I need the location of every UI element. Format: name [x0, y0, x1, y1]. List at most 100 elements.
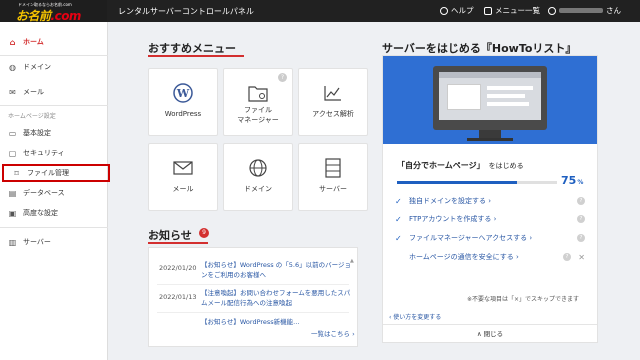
monitor-icon: ▭: [8, 128, 17, 138]
screen-box: [447, 84, 481, 110]
wordpress-icon: W: [149, 83, 217, 103]
sidebar-item-database[interactable]: ▤ データベース: [0, 184, 108, 202]
home-icon: ⌂: [9, 37, 16, 47]
sidebar-item-basic-settings[interactable]: ▭ 基本設定: [0, 124, 108, 142]
news-more-link[interactable]: 一覧はこちら ›: [311, 328, 355, 338]
sidebar-item-label: ドメイン: [23, 63, 51, 71]
tile-access-analysis[interactable]: アクセス解析: [298, 68, 368, 136]
howto-heading-sub: をはじめる: [488, 162, 524, 170]
news-list: 2022/01/20 【お知らせ】WordPress の「5.6」以前のバージョ…: [148, 247, 358, 347]
logo-name: お名前: [16, 9, 51, 23]
server-icon: [299, 158, 367, 178]
sidebar-section-label: ホームページ設定: [8, 113, 56, 120]
logo-tld: .com: [50, 9, 82, 23]
task-item[interactable]: ✓ ファイルマネージャーへアクセスする › ?: [395, 232, 585, 244]
folder-icon: ⌑: [14, 168, 19, 178]
help-icon[interactable]: ?: [278, 73, 287, 82]
sidebar-item-label: 基本設定: [23, 129, 51, 137]
progress-bar: [397, 181, 557, 184]
sidebar-item-advanced-settings[interactable]: ▣ 高度な設定: [0, 204, 108, 222]
progress-fill: [397, 181, 517, 184]
news-divider: [157, 312, 349, 313]
top-header: ドメイン取るならお名前.com お名前.com レンタルサーバーコントロールパネ…: [0, 0, 640, 23]
tile-label: ドメイン: [244, 185, 272, 193]
monitor-icon: [433, 66, 547, 130]
help-icon: [440, 6, 448, 15]
sidebar-item-domain[interactable]: ◍ ドメイン: [0, 58, 108, 76]
change-usage-link[interactable]: ‹ 使い方を変更する: [389, 312, 441, 321]
tile-label: ファイル マネージャー: [237, 106, 279, 124]
news-link[interactable]: 【お知らせ】WordPress の「5.6」以前のバージョンをご利用のお客様へ: [201, 260, 351, 280]
tile-server[interactable]: サーバー: [298, 143, 368, 211]
www-icon: [224, 158, 292, 178]
recommended-title-underline: [148, 55, 244, 57]
howto-title: サーバーをはじめる『HowToリスト』: [382, 42, 577, 55]
mail-icon: ✉: [9, 87, 16, 97]
recommended-title: おすすめメニュー: [148, 42, 236, 55]
tile-label: サーバー: [319, 185, 347, 193]
sidebar: ⌂ ホーム ◍ ドメイン ✉ メール ホームページ設定 ▭ 基本設定 ▢ セキュ…: [0, 22, 110, 360]
grid-icon: [484, 6, 492, 15]
task-label: ホームページの通信を安全にする ›: [409, 253, 519, 261]
news-link[interactable]: 【注意喚起】お問い合わせフォームを悪用したスパムメール配信行為への注意喚起: [201, 288, 351, 308]
sidebar-item-label: セキュリティ: [23, 149, 65, 157]
tile-label: メール: [172, 185, 194, 193]
svg-text:W: W: [176, 87, 190, 100]
sidebar-item-home[interactable]: ⌂ ホーム: [0, 33, 108, 51]
sidebar-item-file-management[interactable]: ⌑ ファイル管理: [2, 164, 110, 182]
news-link[interactable]: 【お知らせ】WordPress新機能...: [201, 317, 351, 325]
tile-mail[interactable]: メール: [148, 143, 218, 211]
progress-percent: 75%: [561, 174, 583, 187]
tile-label: アクセス解析: [312, 110, 354, 118]
news-date: 2022/01/20: [159, 264, 197, 272]
user-suffix: さん: [606, 6, 621, 15]
check-icon: ✓: [395, 233, 402, 243]
tile-label: WordPress: [164, 110, 202, 118]
monitor-base: [467, 138, 513, 141]
task-item[interactable]: ✓ 独自ドメインを設定する › ?: [395, 195, 585, 207]
help-icon[interactable]: ?: [577, 215, 585, 223]
task-label: 独自ドメインを設定する ›: [409, 197, 492, 205]
news-scroll-up-icon[interactable]: ▲: [350, 258, 354, 268]
onamae-logo[interactable]: ドメイン取るならお名前.com お名前.com: [0, 0, 107, 23]
sidebar-item-label: ホーム: [23, 38, 44, 46]
user-name-redacted: [559, 8, 603, 13]
sidebar-divider: [0, 105, 108, 106]
skip-note: ※不要な項目は「×」でスキップできます: [467, 296, 580, 303]
progress-value: 75: [561, 174, 577, 187]
help-icon[interactable]: ?: [577, 197, 585, 205]
menu-label: メニュー一覧: [495, 6, 540, 15]
sidebar-item-label: ファイル管理: [27, 169, 69, 177]
user-menu[interactable]: さん: [548, 5, 621, 16]
close-icon[interactable]: ✕: [578, 253, 585, 262]
tile-wordpress[interactable]: W WordPress: [148, 68, 218, 136]
task-label: ファイルマネージャーへアクセスする ›: [409, 234, 533, 242]
news-count-badge: 9: [199, 228, 209, 238]
progress-unit: %: [577, 179, 584, 186]
task-item[interactable]: ホームページの通信を安全にする › ? ✕: [395, 251, 585, 263]
screen-line: [487, 102, 529, 106]
help-label: ヘルプ: [451, 6, 474, 15]
sidebar-item-label: 高度な設定: [23, 209, 58, 217]
sidebar-item-label: データベース: [23, 189, 65, 197]
sidebar-divider: [0, 227, 108, 228]
tile-domain[interactable]: ドメイン: [223, 143, 293, 211]
help-icon[interactable]: ?: [577, 234, 585, 242]
close-panel-button[interactable]: ∧ 閉じる: [383, 324, 597, 342]
sidebar-divider: [0, 55, 108, 56]
task-item[interactable]: ✓ FTPアカウントを作成する › ?: [395, 213, 585, 225]
sidebar-item-security[interactable]: ▢ セキュリティ: [0, 144, 108, 162]
screen-line: [487, 86, 533, 90]
help-button[interactable]: ヘルプ: [440, 5, 474, 16]
tile-file-manager[interactable]: ? ファイル マネージャー: [223, 68, 293, 136]
news-divider: [157, 284, 349, 285]
menu-list-button[interactable]: メニュー一覧: [484, 5, 540, 16]
database-icon: ▤: [8, 188, 17, 198]
help-icon[interactable]: ?: [563, 253, 571, 261]
sidebar-item-server[interactable]: ▥ サーバー: [0, 233, 108, 251]
task-label: FTPアカウントを作成する ›: [409, 215, 497, 223]
sidebar-item-mail[interactable]: ✉ メール: [0, 83, 108, 101]
user-icon: [548, 6, 556, 15]
news-date: 2022/01/13: [159, 293, 197, 301]
howto-heading-title: 「自分でホームページ」: [397, 161, 485, 170]
